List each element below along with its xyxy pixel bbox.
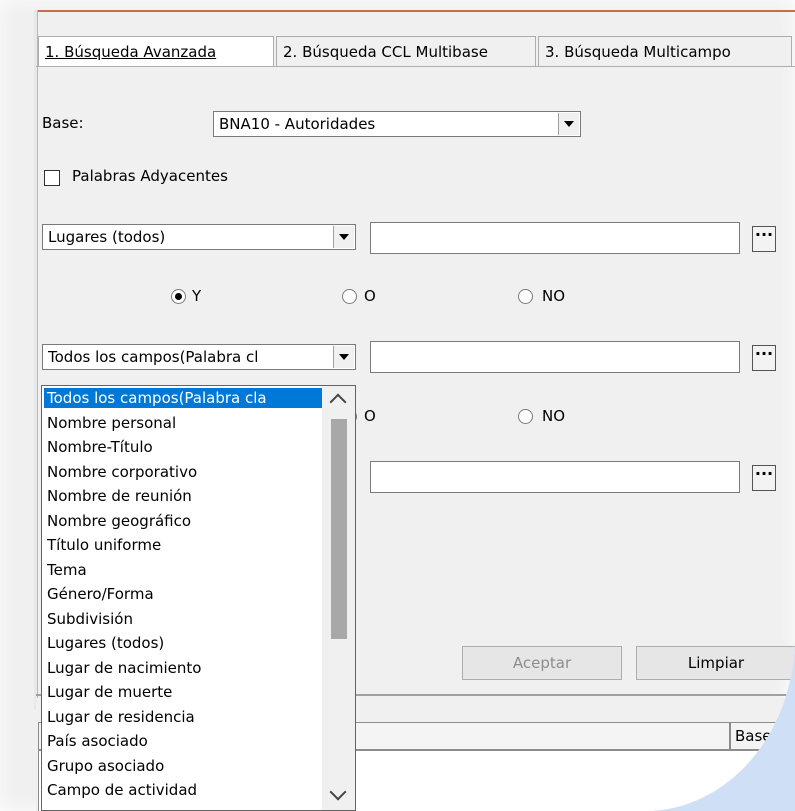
dropdown-item[interactable]: Lugar de muerte xyxy=(44,682,323,702)
scrollbar-thumb[interactable] xyxy=(331,419,347,639)
chevron-down-icon[interactable] xyxy=(558,113,579,135)
field-select-2-value: Todos los campos(Palabra cl xyxy=(48,348,259,366)
chevron-up-icon[interactable] xyxy=(322,386,355,412)
tab-busqueda-multicampo[interactable]: 3. Búsqueda Multicampo xyxy=(538,36,792,67)
tab-busqueda-ccl-multibase[interactable]: 2. Búsqueda CCL Multibase xyxy=(276,36,536,67)
dropdown-item[interactable]: Nombre personal xyxy=(44,413,323,433)
dropdown-item[interactable]: Nombre geográfico xyxy=(44,511,323,531)
dropdown-item[interactable]: Campo de actividad xyxy=(44,780,323,800)
field-select-1[interactable]: Lugares (todos) xyxy=(42,224,356,250)
field-select-1-value: Lugares (todos) xyxy=(48,228,166,246)
operator-not-label: NO xyxy=(542,287,566,305)
base-select-value: BNA10 - Autoridades xyxy=(219,115,376,133)
dropdown-item[interactable]: Lugar de residencia xyxy=(44,707,323,727)
dropdown-item[interactable]: Nombre de reunión xyxy=(44,486,323,506)
dropdown-item[interactable]: Tema xyxy=(44,560,323,580)
dropdown-item[interactable]: Nombre-Título xyxy=(44,437,323,457)
tab-strip: 1. Búsqueda Avanzada 2. Búsqueda CCL Mul… xyxy=(38,36,795,67)
operator-and-label: Y xyxy=(192,287,202,305)
tab-busqueda-avanzada[interactable]: 1. Búsqueda Avanzada xyxy=(38,36,274,67)
dropdown-item[interactable]: Género/Forma xyxy=(44,584,323,604)
dropdown-item[interactable]: Nombre corporativo xyxy=(44,462,323,482)
ellipsis-icon[interactable]: ··· xyxy=(752,345,776,371)
ellipsis-icon[interactable]: ··· xyxy=(752,465,776,491)
chevron-down-icon[interactable] xyxy=(333,226,354,248)
adjacent-words-checkbox[interactable] xyxy=(44,170,60,186)
operator-or-label: O xyxy=(364,287,376,305)
operator-or-label-2: O xyxy=(364,407,376,425)
adjacent-words-label: Palabras Adyacentes xyxy=(72,167,228,185)
clear-button[interactable]: Limpiar xyxy=(636,646,795,680)
term-input-1[interactable] xyxy=(370,222,740,254)
chevron-down-icon[interactable] xyxy=(322,783,355,810)
search-window: 1. Búsqueda Avanzada 2. Búsqueda CCL Mul… xyxy=(0,0,795,811)
ellipsis-icon[interactable]: ··· xyxy=(752,226,776,252)
field-select-2[interactable]: Todos los campos(Palabra cl xyxy=(42,344,356,370)
operator-not-label-2: NO xyxy=(542,407,566,425)
dropdown-item[interactable]: Lugares (todos) xyxy=(44,633,323,653)
dropdown-item[interactable]: Subdivisión xyxy=(44,609,323,629)
operator-and-radio[interactable] xyxy=(171,289,186,304)
dropdown-item[interactable]: Lugar de nacimiento xyxy=(44,658,323,678)
accept-button[interactable]: Aceptar xyxy=(462,646,622,680)
dropdown-scrollbar[interactable] xyxy=(322,386,355,810)
term-input-3[interactable] xyxy=(370,461,740,493)
results-column-base[interactable]: Base xyxy=(730,722,795,750)
base-label: Base: xyxy=(42,114,84,132)
operator-not-radio-2[interactable] xyxy=(518,409,533,424)
operator-not-radio[interactable] xyxy=(518,289,533,304)
dropdown-item[interactable]: Grupo asociado xyxy=(44,756,323,776)
dropdown-item[interactable]: Título uniforme xyxy=(44,535,323,555)
dropdown-item[interactable]: Todos los campos(Palabra cla xyxy=(44,388,323,408)
term-input-2[interactable] xyxy=(370,341,740,373)
dropdown-item[interactable]: País asociado xyxy=(44,731,323,751)
base-select[interactable]: BNA10 - Autoridades xyxy=(213,111,581,137)
field-dropdown-list[interactable]: Todos los campos(Palabra cla Nombre perso… xyxy=(41,385,356,811)
window-top-border xyxy=(38,10,795,12)
chevron-down-icon[interactable] xyxy=(333,346,354,368)
operator-or-radio[interactable] xyxy=(342,289,357,304)
